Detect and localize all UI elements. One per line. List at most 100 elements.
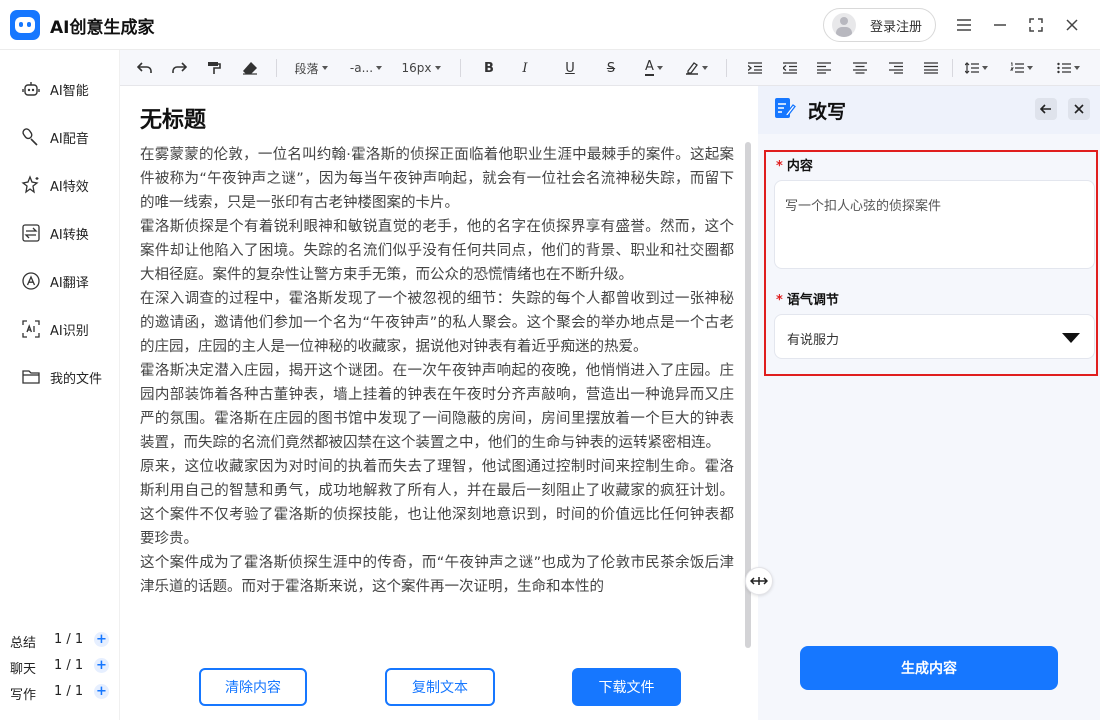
panel-title: 改写 [808,101,847,123]
document-title[interactable]: 无标题 [140,102,206,134]
align-right-icon[interactable] [885,57,907,79]
scan-ai-icon [21,319,41,339]
add-chat-button[interactable]: + [94,658,109,673]
clear-content-button[interactable]: 清除内容 [199,668,307,706]
rewrite-form: * 内容 写一个扣人心弦的侦探案件 * 语气调节 有说服力 生成内容 [758,134,1100,720]
login-register-button[interactable]: 登录注册 [823,8,936,42]
sidebar-item-label: AI识别 [50,323,89,339]
sidebar-item-ai-convert[interactable]: AI转换 [0,213,120,253]
underline-icon[interactable]: U [559,57,581,79]
tone-label-text: 语气调节 [786,293,839,308]
app-window: AI创意生成家 登录注册 AI智能 AI配音 AI特效 AI转换 AI翻译 AI… [0,0,1100,720]
document-paragraph: 霍洛斯侦探是个有着锐利眼神和敏锐直觉的老手，他的名字在侦探界享有盛誉。然而，这个… [140,219,734,283]
bullet-list-icon[interactable] [1052,57,1084,79]
toolbar-divider [460,59,461,77]
menu-icon[interactable] [952,13,976,37]
add-summary-button[interactable]: + [94,632,109,647]
toolbar-divider [726,59,727,77]
document-body[interactable]: 在雾蒙蒙的伦敦，一位名叫约翰·霍洛斯的侦探正面临着他职业生涯中最棘手的案件。这起… [140,143,734,655]
document-editor[interactable]: 无标题 在雾蒙蒙的伦敦，一位名叫约翰·霍洛斯的侦探正面临着他职业生涯中最棘手的案… [120,86,758,720]
outdent-icon[interactable] [779,57,801,79]
font-size-value: 16px [401,61,432,75]
strikethrough-icon[interactable]: S [600,57,622,79]
ordered-list-icon[interactable] [1005,57,1037,79]
paragraph-select[interactable]: 段落 [290,57,332,79]
content-field-label: * 内容 [776,155,813,174]
dropdown-arrow-icon [1062,333,1080,343]
sidebar-item-label: AI智能 [50,83,89,99]
sidebar-item-ai-translate[interactable]: AI翻译 [0,261,120,301]
stat-name: 写作 [10,688,37,703]
panel-header: 改写 [758,86,1100,134]
required-mark: * [776,293,783,308]
convert-icon [21,223,41,243]
translate-icon [21,271,41,291]
font-color-icon[interactable]: A [640,57,668,79]
bold-icon[interactable]: B [478,57,500,79]
generate-content-button[interactable]: 生成内容 [800,646,1058,690]
sidebar-item-ai-smart[interactable]: AI智能 [0,69,120,109]
title-bar: AI创意生成家 登录注册 [0,0,1100,50]
chevron-down-icon [434,66,441,70]
font-family-value: -a... [349,61,374,75]
sidebar: AI智能 AI配音 AI特效 AI转换 AI翻译 AI识别 我的文件 总结 1 … [0,50,120,720]
maximize-icon[interactable] [1024,13,1048,37]
download-file-button[interactable]: 下载文件 [572,668,681,706]
align-left-icon[interactable] [813,57,835,79]
sidebar-item-ai-voice[interactable]: AI配音 [0,117,120,157]
rewrite-edit-icon [774,96,796,120]
document-paragraph: 在雾蒙蒙的伦敦，一位名叫约翰·霍洛斯的侦探正面临着他职业生涯中最棘手的案件。这起… [140,147,734,211]
italic-icon[interactable]: I [514,57,536,79]
add-writing-button[interactable]: + [94,684,109,699]
toolbar-divider [276,59,277,77]
copy-text-button[interactable]: 复制文本 [385,668,495,706]
robot-icon [21,79,41,99]
align-center-icon[interactable] [849,57,871,79]
usage-stat-writing: 写作 1 / 1 + [10,682,115,703]
editor-toolbar: 段落 -a... 16px B I U S A [120,50,1100,86]
login-register-label: 登录注册 [870,19,923,35]
sidebar-item-label: AI转换 [50,227,89,243]
avatar-icon [832,13,856,37]
indent-icon[interactable] [744,57,766,79]
tone-select[interactable]: 有说服力 [774,314,1095,359]
usage-stat-summary: 总结 1 / 1 + [10,630,115,651]
paragraph-select-value: 段落 [294,61,319,76]
align-justify-icon[interactable] [920,57,942,79]
close-panel-icon[interactable] [1068,98,1090,120]
required-mark: * [776,159,783,174]
sidebar-item-ai-recognize[interactable]: AI识别 [0,309,120,349]
stat-count: 1 / 1 [54,632,84,647]
toolbar-divider [952,59,953,77]
document-paragraph: 这个案件成为了霍洛斯侦探生涯中的传奇，而“午夜钟声之谜”也成为了伦敦市民茶余饭后… [140,555,734,595]
content-label-text: 内容 [786,159,813,174]
minimize-icon[interactable] [988,13,1012,37]
sidebar-item-my-files[interactable]: 我的文件 [0,357,120,397]
stat-count: 1 / 1 [54,658,84,673]
close-window-icon[interactable] [1060,13,1084,37]
form-highlight-box: * 内容 写一个扣人心弦的侦探案件 * 语气调节 有说服力 [764,150,1098,376]
sparkle-star-icon [21,175,41,195]
line-height-icon[interactable] [960,57,992,79]
microphone-icon [21,127,41,147]
eraser-icon[interactable] [239,57,261,79]
sidebar-item-ai-effects[interactable]: AI特效 [0,165,120,205]
font-size-select[interactable]: 16px [400,57,442,79]
undo-icon[interactable] [134,57,156,79]
format-painter-icon[interactable] [203,57,225,79]
chevron-down-icon [376,66,383,70]
document-paragraph: 霍洛斯决定潜入庄园，揭开这个谜团。在一次午夜钟声响起的夜晚，他悄悄进入了庄园。庄… [140,363,734,451]
chevron-down-icon [321,66,328,70]
tone-field-label: * 语气调节 [776,289,839,308]
highlight-pen-icon[interactable] [682,57,710,79]
content-textarea[interactable]: 写一个扣人心弦的侦探案件 [774,180,1095,269]
app-logo-icon [10,10,40,40]
back-arrow-icon[interactable] [1035,98,1057,120]
document-paragraph: 原来，这位收藏家因为对时间的执着而失去了理智，他试图通过控制时间来控制生命。霍洛… [140,459,734,547]
redo-icon[interactable] [168,57,190,79]
sidebar-item-label: 我的文件 [50,371,103,387]
folder-icon [21,367,41,387]
resize-handle-icon[interactable] [745,567,773,595]
app-title: AI创意生成家 [50,18,155,38]
font-family-select[interactable]: -a... [346,57,386,79]
